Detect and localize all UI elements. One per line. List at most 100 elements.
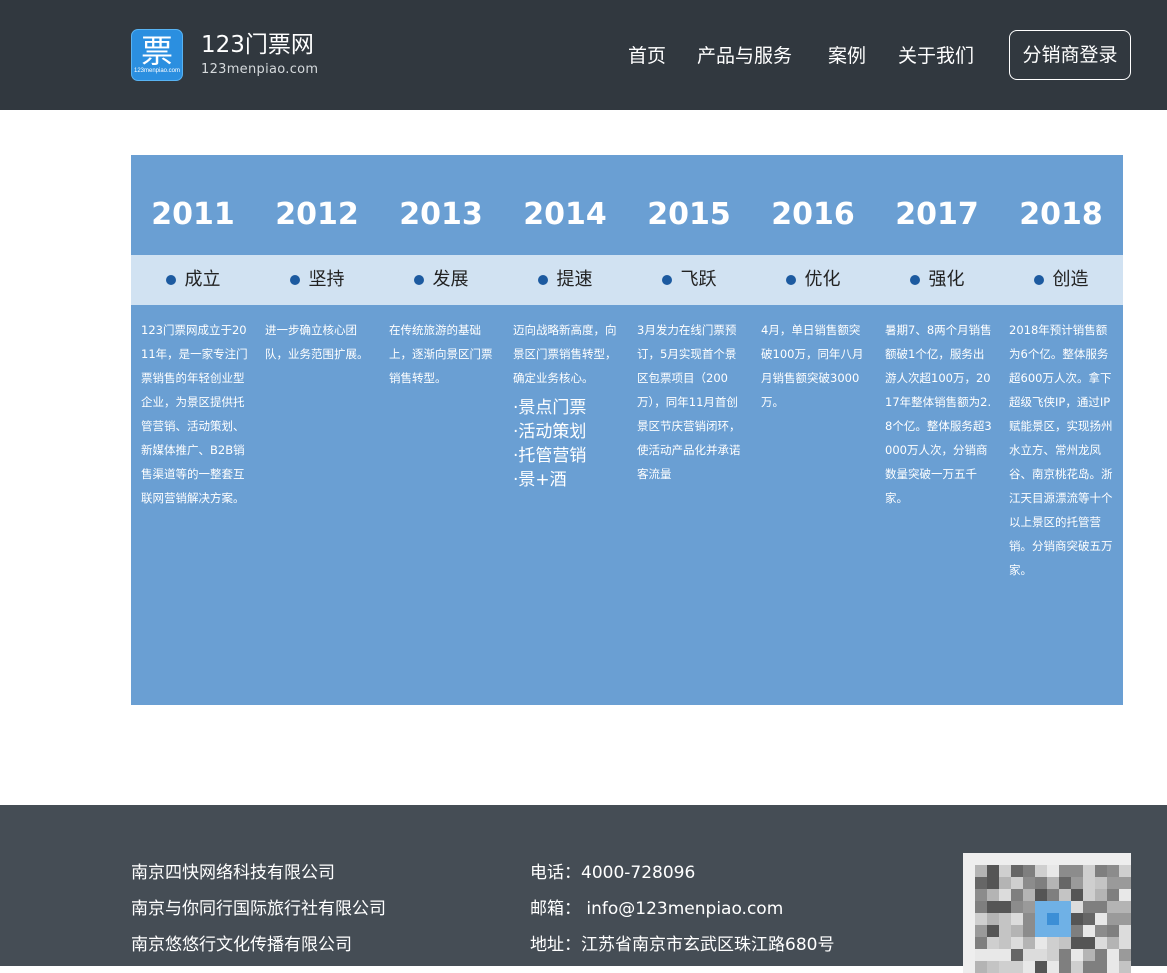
qr-cell: [1083, 889, 1095, 901]
qr-cell: [1035, 913, 1047, 925]
qr-cell: [1107, 877, 1119, 889]
qr-cell: [1011, 961, 1023, 973]
nav-products-services[interactable]: 产品与服务: [697, 40, 792, 72]
contact-email[interactable]: 邮箱： info@123menpiao.com: [530, 898, 783, 920]
qr-cell: [1071, 961, 1083, 973]
qr-cell: [1023, 913, 1035, 925]
stage-label: 发展: [432, 269, 469, 290]
qr-cell: [1095, 889, 1107, 901]
stage-label: 飞跃: [680, 269, 717, 290]
milestone-description: 4月，单日销售额突破100万，同年八月月销售额突破3000万。: [761, 323, 864, 409]
qr-cell: [999, 889, 1011, 901]
milestone-description: 迈向战略新高度，向景区门票销售转型，确定业务核心。: [513, 323, 617, 385]
milestone-description: 123门票网成立于2011年，是一家专注门票销售的年轻创业型企业，为景区提供托管…: [141, 323, 248, 505]
qr-cell: [1035, 937, 1047, 949]
qr-cell: [987, 961, 999, 973]
desc-column-2016: 4月，单日销售额突破100万，同年八月月销售额突破3000万。: [751, 305, 875, 705]
qr-cell: [1095, 877, 1107, 889]
qr-cell: [1059, 865, 1071, 877]
nav-cases[interactable]: 案例: [828, 40, 866, 72]
qr-cell: [1059, 961, 1071, 973]
qr-cell: [1083, 913, 1095, 925]
site-name[interactable]: 123门票网: [201, 30, 314, 60]
stage-label: 坚持: [308, 269, 345, 290]
desc-column-2015: 3月发力在线门票预订，5月实现首个景区包票项目（200万），同年11月首创景区节…: [627, 305, 751, 705]
qr-cell: [1047, 961, 1059, 973]
qr-cell: [1023, 877, 1035, 889]
stage-2018: 创造: [999, 255, 1123, 305]
milestone-description: 进一步确立核心团队，业务范围扩展。: [265, 323, 369, 361]
qr-cell: [1047, 865, 1059, 877]
business-item: ·托管营销: [513, 446, 587, 466]
qr-cell: [963, 913, 975, 925]
desc-column-2014: 迈向战略新高度，向景区门票销售转型，确定业务核心。 ·景点门票 ·活动策划 ·托…: [503, 305, 627, 705]
qr-cell: [1107, 925, 1119, 937]
nav-about-us[interactable]: 关于我们: [898, 40, 974, 72]
company-name: 南京与你同行国际旅行社有限公司: [131, 899, 386, 919]
qr-cell: [1071, 865, 1083, 877]
qr-cell: [1095, 961, 1107, 973]
qr-cell: [1047, 925, 1059, 937]
qr-cell: [1035, 949, 1047, 961]
contact-phone: 电话：4000-728096: [530, 863, 696, 883]
qr-cell: [1071, 877, 1083, 889]
qr-cell: [975, 889, 987, 901]
qr-cell: [1023, 853, 1035, 865]
bullet-icon: [1033, 275, 1044, 285]
site-domain: 123menpiao.com: [201, 62, 319, 77]
year-2011: 2011: [151, 197, 235, 232]
qr-cell: [1059, 925, 1071, 937]
qr-cell: [1023, 925, 1035, 937]
qr-cell: [1035, 889, 1047, 901]
qr-cell: [1083, 877, 1095, 889]
year-2014: 2014: [523, 197, 607, 232]
qr-cell: [1119, 877, 1131, 889]
logo-glyph: 票: [140, 32, 173, 70]
milestone-description: 暑期7、8两个月销售额破1个亿，服务出游人次超100万，2017年整体销售额为2…: [885, 323, 992, 505]
qr-cell: [1011, 865, 1023, 877]
company-name: 南京四快网络科技有限公司: [131, 863, 335, 883]
distributor-login-button[interactable]: 分销商登录: [1009, 30, 1131, 80]
qr-cell: [1071, 889, 1083, 901]
qr-cell: [1107, 853, 1119, 865]
qr-cell: [1095, 865, 1107, 877]
qr-cell: [987, 901, 999, 913]
qr-cell: [975, 901, 987, 913]
qr-cell: [1047, 877, 1059, 889]
bullet-icon: [537, 275, 548, 285]
qr-cell: [1047, 853, 1059, 865]
stage-label: 强化: [928, 269, 965, 290]
bullet-icon: [661, 275, 672, 285]
qr-cell: [1059, 901, 1071, 913]
qr-cell: [975, 877, 987, 889]
business-list: ·景点门票 ·活动策划 ·托管营销 ·景+酒: [513, 396, 621, 492]
qr-cell: [1095, 853, 1107, 865]
qr-cell: [1071, 853, 1083, 865]
year-2017: 2017: [895, 197, 979, 232]
qr-cell: [1095, 913, 1107, 925]
qr-cell: [963, 901, 975, 913]
qr-cell: [987, 925, 999, 937]
milestone-description: 在传统旅游的基础上，逐渐向景区门票销售转型。: [389, 323, 493, 385]
qr-cell: [963, 853, 975, 865]
qr-cell: [987, 913, 999, 925]
qr-cell: [975, 865, 987, 877]
qr-cell: [1119, 913, 1131, 925]
qr-cell: [987, 937, 999, 949]
qr-cell: [999, 949, 1011, 961]
qr-cell: [1023, 865, 1035, 877]
contact-address: 地址：江苏省南京市玄武区珠江路680号: [530, 935, 835, 955]
qr-cell: [1107, 913, 1119, 925]
qr-cell: [1047, 913, 1059, 925]
qr-cell: [1023, 889, 1035, 901]
logo-icon[interactable]: 票 123menpiao.com: [131, 29, 183, 81]
stage-2016: 优化: [751, 255, 875, 305]
qr-cell: [1035, 865, 1047, 877]
qr-cell: [975, 925, 987, 937]
qr-cell: [1047, 937, 1059, 949]
nav-home[interactable]: 首页: [628, 40, 666, 72]
qr-cell: [1107, 901, 1119, 913]
history-timeline: 2011 2012 2013 2014 2015 2016 2017 2018 …: [131, 155, 1123, 705]
qr-cell: [1119, 949, 1131, 961]
bullet-icon: [909, 275, 920, 285]
